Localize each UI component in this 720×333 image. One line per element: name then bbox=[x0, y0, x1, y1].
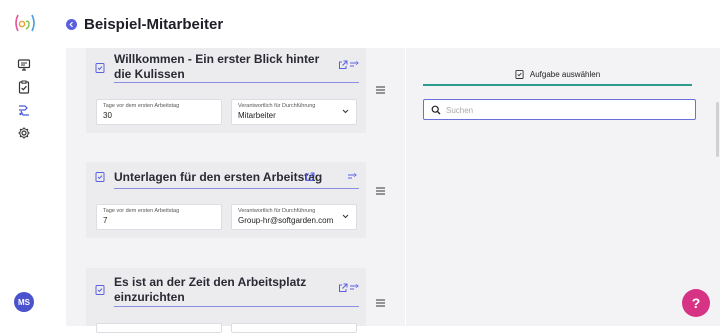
responsible-select[interactable]: Verantwortlich für Durchführung Group-hr… bbox=[231, 204, 357, 230]
task-title: Es ist an der Zeit den Arbeitsplatz einz… bbox=[114, 275, 307, 304]
scrollbar[interactable] bbox=[716, 102, 719, 157]
chevron-down-icon bbox=[342, 214, 349, 219]
responsible-label: Verantwortlich für Durchführung bbox=[238, 103, 316, 109]
days-before-field[interactable]: Tage vor dem ersten Arbeitstag 30 bbox=[96, 99, 222, 125]
clipboard-check-icon bbox=[95, 172, 105, 182]
search-box[interactable] bbox=[423, 99, 696, 120]
gear-icon[interactable] bbox=[17, 126, 31, 140]
drag-handle-icon[interactable] bbox=[376, 86, 385, 94]
responsible-select[interactable]: Verantwortlich für Durchführung Mitarbei… bbox=[231, 99, 357, 125]
responsible-value: Group-hr@softgarden.com bbox=[238, 216, 334, 225]
drag-handle-icon[interactable] bbox=[376, 299, 385, 307]
softgarden-logo[interactable] bbox=[11, 9, 39, 37]
days-before-value: 30 bbox=[103, 111, 112, 120]
responsible-label: Verantwortlich für Durchführung bbox=[238, 208, 316, 214]
task-title: Unterlagen für den ersten Arbeitstag bbox=[114, 170, 323, 184]
tab-underline bbox=[423, 84, 692, 86]
clipboard-check-icon bbox=[95, 285, 105, 295]
page-title: Beispiel-Mitarbeiter bbox=[84, 15, 224, 33]
sort-icon[interactable] bbox=[349, 60, 359, 70]
task-card: Unterlagen für den ersten Arbeitstag Tag… bbox=[86, 162, 366, 238]
tab-select-task[interactable]: Aufgabe auswählen bbox=[423, 62, 692, 86]
external-link-icon[interactable] bbox=[338, 283, 348, 293]
workflow-icon[interactable] bbox=[17, 103, 31, 117]
chevron-left-icon bbox=[69, 21, 73, 27]
task-card: Es ist an der Zeit den Arbeitsplatz einz… bbox=[86, 268, 366, 333]
user-avatar[interactable]: MS bbox=[14, 292, 34, 312]
days-before-label: Tage vor dem ersten Arbeitstag bbox=[103, 103, 180, 109]
divider bbox=[114, 82, 359, 83]
clipboard-check-icon bbox=[95, 63, 105, 73]
days-before-value: 7 bbox=[103, 216, 108, 225]
chevron-down-icon bbox=[342, 109, 349, 114]
external-link-icon[interactable] bbox=[338, 60, 348, 70]
task-title: Willkommen - Ein erster Blick hinter die… bbox=[114, 52, 320, 81]
days-before-field[interactable] bbox=[96, 323, 222, 333]
days-before-label: Tage vor dem ersten Arbeitstag bbox=[103, 208, 180, 214]
search-input[interactable] bbox=[446, 103, 686, 117]
monitor-icon[interactable] bbox=[17, 58, 31, 72]
sort-icon[interactable] bbox=[349, 283, 359, 293]
clipboard-check-icon[interactable] bbox=[17, 80, 31, 94]
help-button[interactable]: ? bbox=[682, 289, 710, 317]
responsible-select[interactable] bbox=[231, 323, 357, 333]
divider bbox=[114, 188, 359, 189]
divider bbox=[114, 306, 359, 307]
search-icon bbox=[431, 105, 441, 115]
task-picker-panel: Aufgabe auswählen bbox=[406, 48, 720, 326]
clipboard-check-icon bbox=[515, 69, 524, 79]
back-button[interactable] bbox=[66, 18, 77, 30]
drag-handle-icon[interactable] bbox=[376, 187, 385, 195]
sort-icon[interactable] bbox=[347, 172, 357, 182]
task-card: Willkommen - Ein erster Blick hinter die… bbox=[86, 48, 366, 133]
sidebar: MS bbox=[0, 0, 50, 326]
responsible-value: Mitarbeiter bbox=[238, 111, 276, 120]
tab-label: Aufgabe auswählen bbox=[529, 69, 601, 79]
page-header: Beispiel-Mitarbeiter bbox=[66, 14, 223, 34]
days-before-field[interactable]: Tage vor dem ersten Arbeitstag 7 bbox=[96, 204, 222, 230]
external-link-icon[interactable] bbox=[305, 172, 315, 182]
